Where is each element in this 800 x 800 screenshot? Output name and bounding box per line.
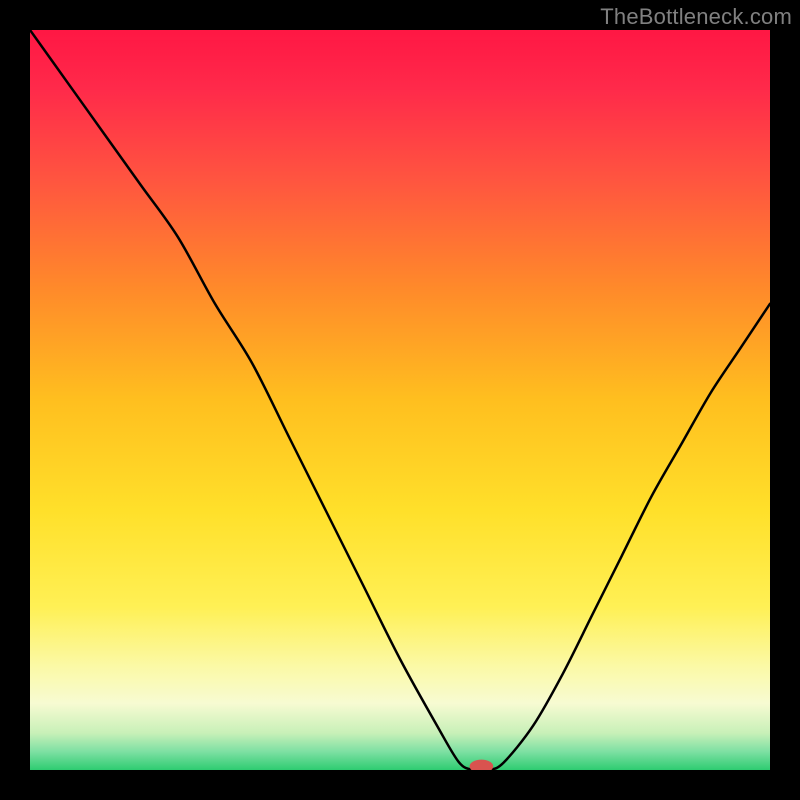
chart-frame: TheBottleneck.com [0,0,800,800]
chart-svg [30,30,770,770]
plot-area [30,30,770,770]
attribution-label: TheBottleneck.com [600,4,792,30]
